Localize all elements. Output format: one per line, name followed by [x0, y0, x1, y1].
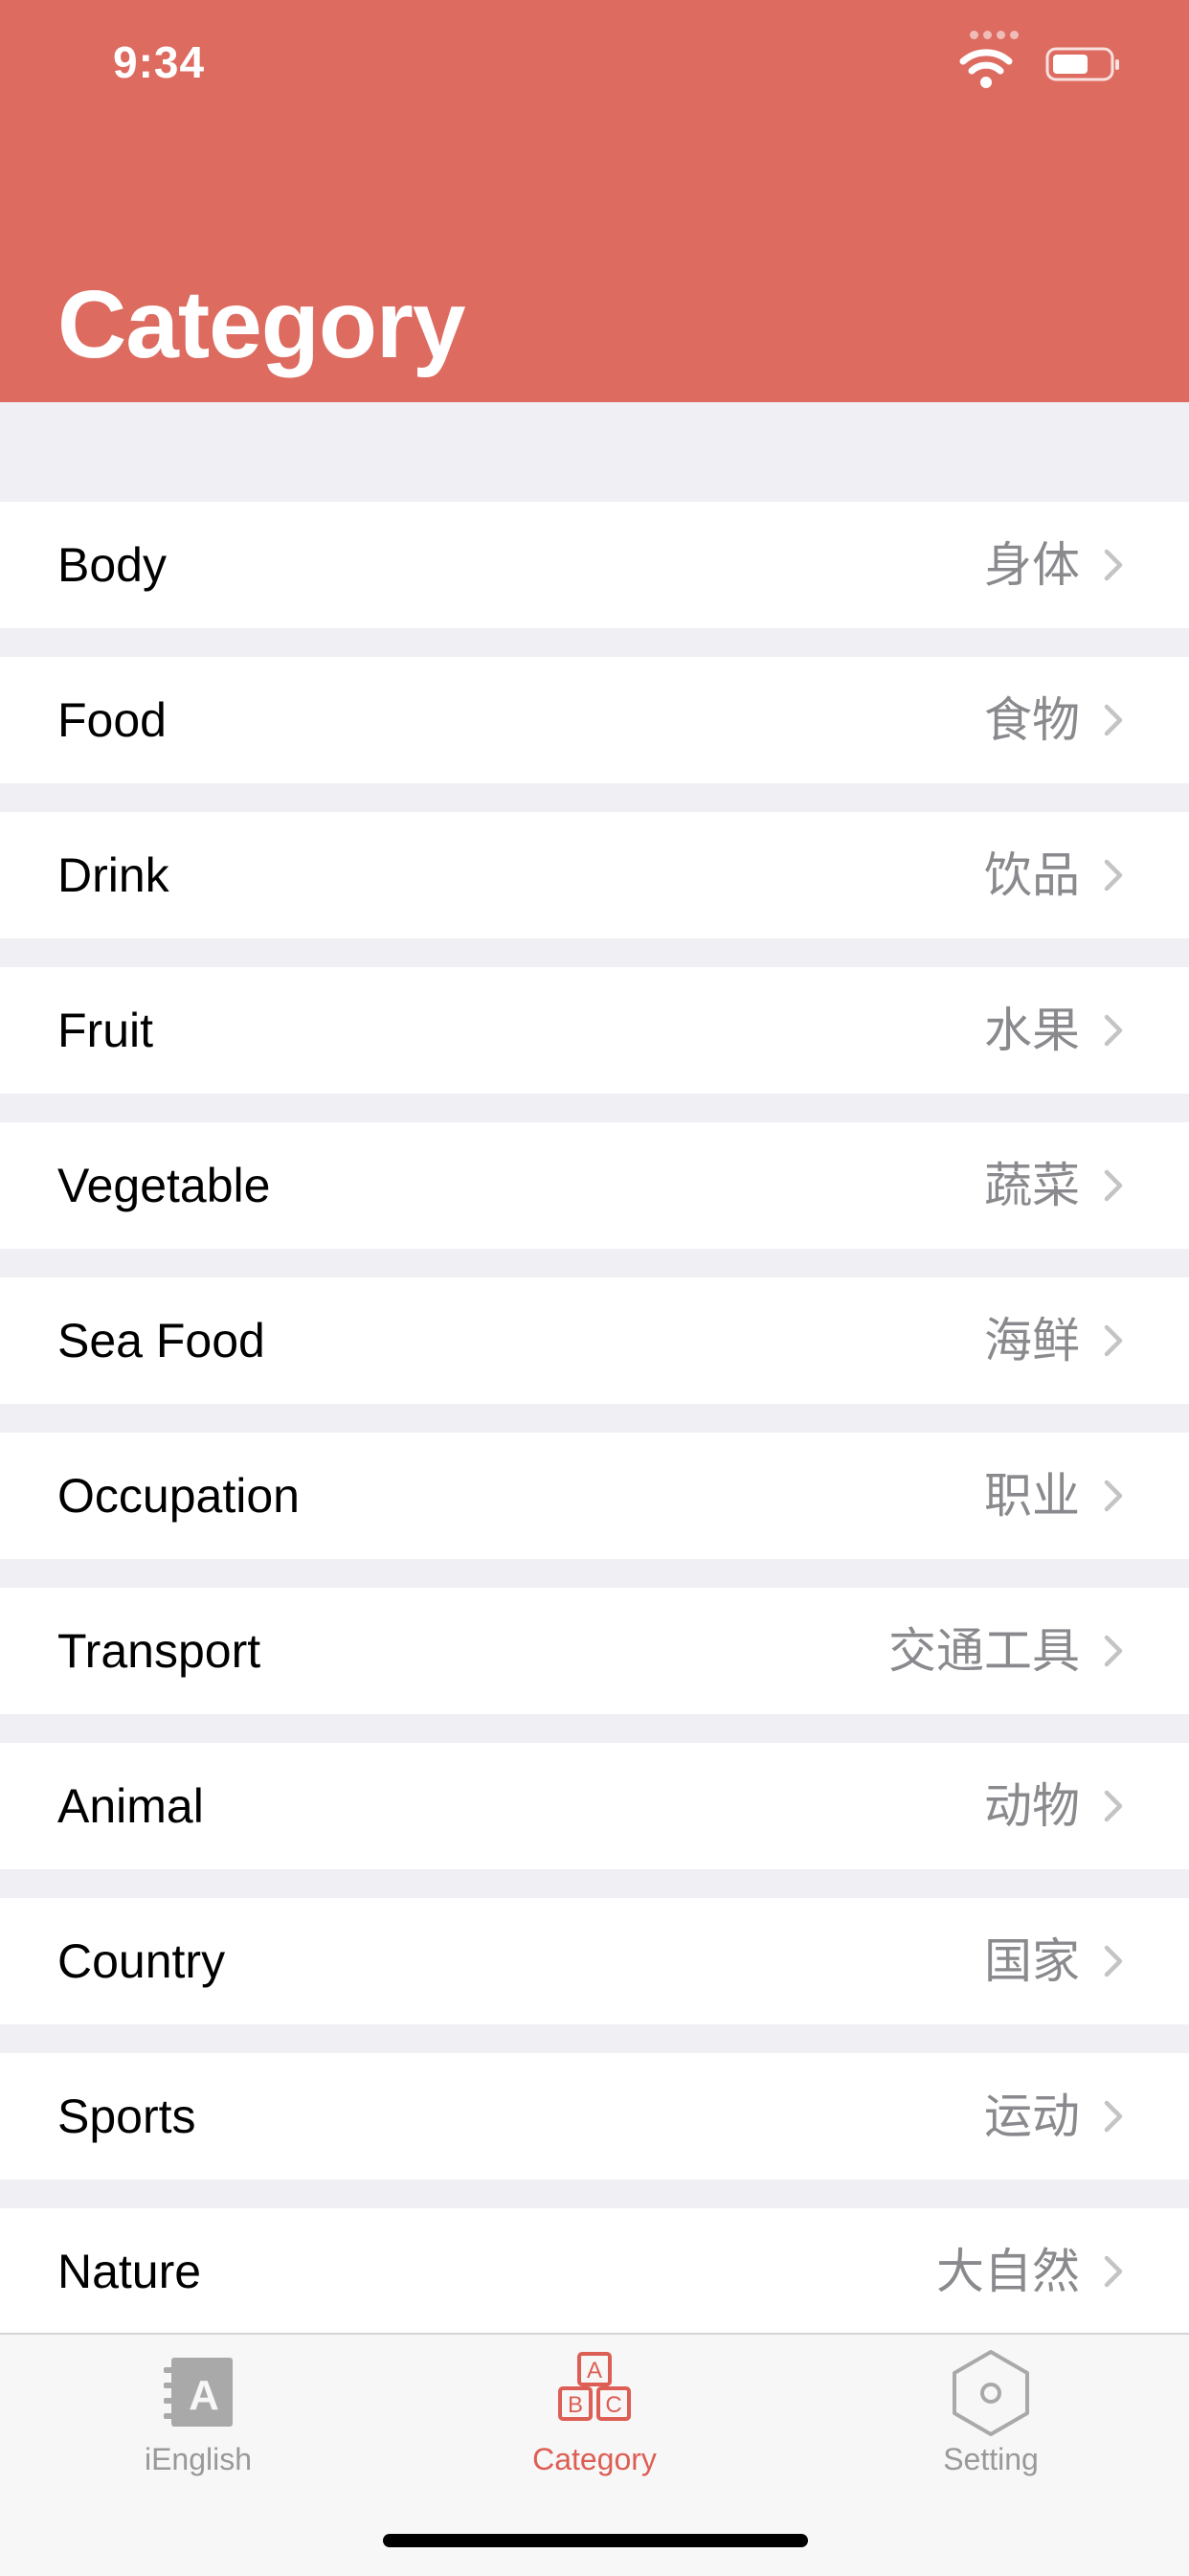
chevron-right-icon	[1104, 1945, 1123, 1977]
item-chinese-label: 身体	[984, 537, 1080, 593]
chevron-right-icon	[1104, 1324, 1123, 1357]
svg-text:B: B	[568, 2392, 583, 2418]
item-chinese-label: 食物	[984, 692, 1080, 748]
list-item-sea-food[interactable]: Sea Food 海鲜	[0, 1277, 1189, 1404]
chevron-right-icon	[1104, 1014, 1123, 1047]
tab-label: Category	[532, 2442, 657, 2476]
chevron-right-icon	[1104, 1480, 1123, 1512]
list-item-food[interactable]: Food 食物	[0, 657, 1189, 783]
item-english-label: Sports	[57, 2090, 196, 2143]
item-english-label: Animal	[57, 1779, 204, 1833]
list-item-occupation[interactable]: Occupation 职业	[0, 1433, 1189, 1559]
home-indicator	[383, 2534, 808, 2547]
book-a-icon: A	[164, 2358, 233, 2427]
list-item-drink[interactable]: Drink 饮品	[0, 812, 1189, 938]
item-english-label: Vegetable	[57, 1159, 271, 1212]
tab-setting[interactable]: Setting	[793, 2335, 1189, 2497]
item-chinese-label: 职业	[984, 1468, 1080, 1524]
abc-blocks-icon: A B C	[558, 2352, 631, 2421]
list-item-fruit[interactable]: Fruit 水果	[0, 967, 1189, 1094]
chevron-right-icon	[1104, 704, 1123, 736]
item-english-label: Country	[57, 1934, 226, 1988]
tab-label: iEnglish	[144, 2442, 253, 2476]
tab-label: Setting	[943, 2442, 1039, 2476]
list-item-animal[interactable]: Animal 动物	[0, 1743, 1189, 1869]
item-chinese-label: 水果	[984, 1003, 1080, 1058]
chevron-right-icon	[1104, 1635, 1123, 1667]
chevron-right-icon	[1104, 1169, 1123, 1202]
chevron-right-icon	[1104, 549, 1123, 581]
chevron-right-icon	[1104, 1790, 1123, 1822]
item-english-label: Drink	[57, 848, 169, 902]
list-item-nature[interactable]: Nature 大自然	[0, 2208, 1189, 2335]
cellular-signal-icon	[970, 31, 1019, 39]
item-chinese-label: 海鲜	[984, 1313, 1080, 1368]
item-chinese-label: 大自然	[936, 2244, 1080, 2299]
list-item-transport[interactable]: Transport 交通工具	[0, 1588, 1189, 1714]
svg-text:C: C	[605, 2392, 621, 2418]
list-item-country[interactable]: Country 国家	[0, 1898, 1189, 2024]
item-chinese-label: 动物	[984, 1778, 1080, 1834]
tab-iEnglish[interactable]: A iEnglish	[0, 2335, 396, 2497]
item-english-label: Fruit	[57, 1004, 153, 1057]
item-english-label: Food	[57, 693, 167, 747]
item-english-label: Transport	[57, 1624, 261, 1678]
list-item-sports[interactable]: Sports 运动	[0, 2053, 1189, 2180]
wifi-icon	[959, 49, 1013, 88]
item-chinese-label: 国家	[984, 1933, 1080, 1989]
item-english-label: Occupation	[57, 1469, 300, 1523]
svg-text:A: A	[587, 2358, 602, 2384]
hexagon-gear-icon	[953, 2350, 1029, 2436]
battery-icon	[1045, 47, 1119, 81]
status-time: 9:34	[113, 37, 206, 87]
item-english-label: Body	[57, 538, 167, 592]
item-chinese-label: 蔬菜	[984, 1158, 1080, 1213]
item-chinese-label: 饮品	[984, 847, 1080, 903]
chevron-right-icon	[1104, 859, 1123, 892]
chevron-right-icon	[1104, 2100, 1123, 2133]
chevron-right-icon	[1104, 2255, 1123, 2288]
page-title: Category	[57, 271, 465, 378]
item-chinese-label: 交通工具	[888, 1623, 1080, 1679]
item-english-label: Nature	[57, 2245, 202, 2298]
item-chinese-label: 运动	[984, 2089, 1080, 2144]
svg-text:A: A	[189, 2372, 219, 2419]
list-item-vegetable[interactable]: Vegetable 蔬菜	[0, 1122, 1189, 1249]
list-item-body[interactable]: Body 身体	[0, 502, 1189, 628]
tab-category[interactable]: A B C Category	[396, 2335, 793, 2497]
item-english-label: Sea Food	[57, 1314, 265, 1367]
navigation-header: 9:34 Category	[0, 0, 1189, 402]
